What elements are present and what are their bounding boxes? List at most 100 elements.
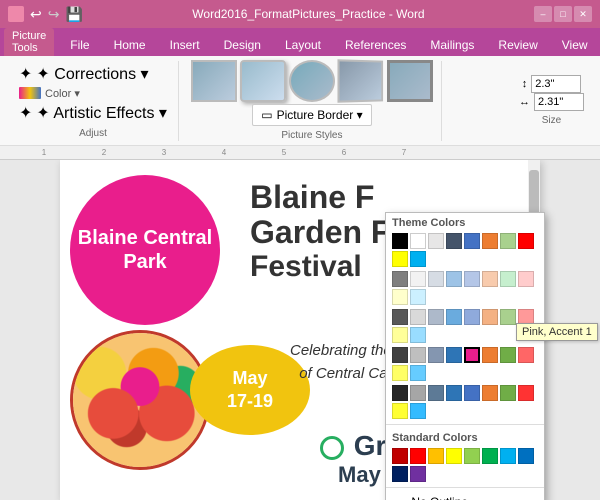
swatch-t4-2[interactable]: [410, 347, 426, 363]
minimize-btn[interactable]: –: [534, 6, 552, 22]
swatch-light-blue[interactable]: [410, 251, 426, 267]
swatch-t2-5[interactable]: [464, 271, 480, 287]
pink-circle: Blaine Central Park: [70, 175, 220, 325]
swatch-t4-7[interactable]: [500, 347, 516, 363]
style-thumb-3[interactable]: [289, 60, 335, 102]
swatch-light-gray[interactable]: [428, 233, 444, 249]
swatch-t3-5[interactable]: [464, 309, 480, 325]
pink-circle-text: Blaine Central Park: [70, 226, 220, 274]
swatch-std-dark-blue[interactable]: [392, 466, 408, 482]
swatch-t5-2[interactable]: [410, 385, 426, 401]
swatch-t3-3[interactable]: [428, 309, 444, 325]
swatch-blue[interactable]: [464, 233, 480, 249]
style-thumb-4[interactable]: [337, 59, 383, 102]
swatch-std-purple[interactable]: [410, 466, 426, 482]
ruler-mark-4: 4: [194, 148, 254, 157]
swatch-t2-7[interactable]: [500, 271, 516, 287]
maximize-btn[interactable]: □: [554, 6, 572, 22]
swatch-t5-8[interactable]: [518, 385, 534, 401]
swatch-yellow[interactable]: [392, 251, 408, 267]
title-line3: Festival: [250, 250, 390, 283]
artistic-icon: ✦: [19, 103, 32, 123]
swatch-t3-6[interactable]: [482, 309, 498, 325]
style-thumb-2[interactable]: [240, 60, 286, 102]
width-field[interactable]: [534, 93, 584, 111]
swatch-t4-3[interactable]: [428, 347, 444, 363]
swatch-std-yellow[interactable]: [446, 448, 462, 464]
corrections-btn[interactable]: ✦ ✦ Corrections ▾: [16, 63, 170, 85]
swatch-t5-6[interactable]: [482, 385, 498, 401]
picture-border-btn[interactable]: ▭ Picture Border ▾: [252, 104, 371, 126]
undo-btn[interactable]: ↩: [30, 6, 42, 23]
swatch-red[interactable]: [518, 233, 534, 249]
swatch-t4-1[interactable]: [392, 347, 408, 363]
pic-styles-label: Picture Styles: [281, 130, 342, 141]
swatch-t2-10[interactable]: [410, 289, 426, 305]
swatch-dark-blue[interactable]: [446, 233, 462, 249]
tab-mailings[interactable]: Mailings: [418, 34, 486, 56]
color-btn[interactable]: Color ▾: [16, 86, 170, 101]
swatch-t5-4[interactable]: [446, 385, 462, 401]
swatch-t4-6[interactable]: [482, 347, 498, 363]
adjust-label: Adjust: [79, 128, 107, 139]
tab-review[interactable]: Review: [486, 34, 549, 56]
swatch-t4-10[interactable]: [410, 365, 426, 381]
swatch-t5-3[interactable]: [428, 385, 444, 401]
swatch-t4-9[interactable]: [392, 365, 408, 381]
swatch-std-orange[interactable]: [428, 448, 444, 464]
swatch-t5-9[interactable]: [392, 403, 408, 419]
tab-home[interactable]: Home: [102, 34, 158, 56]
document-area: Blaine Central Park Blaine F Garden F Fe…: [0, 160, 600, 500]
swatch-std-green[interactable]: [482, 448, 498, 464]
picture-styles-group: ▭ Picture Border ▾ Picture Styles: [183, 61, 442, 141]
height-field[interactable]: [531, 75, 581, 93]
close-btn[interactable]: ✕: [574, 6, 592, 22]
tab-file[interactable]: File: [58, 34, 101, 56]
swatch-t3-2[interactable]: [410, 309, 426, 325]
save-btn[interactable]: 💾: [65, 6, 82, 23]
swatch-t2-9[interactable]: [392, 289, 408, 305]
swatch-t2-4[interactable]: [446, 271, 462, 287]
swatch-pink-accent[interactable]: [464, 347, 480, 363]
swatch-std-red[interactable]: [410, 448, 426, 464]
swatch-t2-6[interactable]: [482, 271, 498, 287]
tab-design[interactable]: Design: [212, 34, 273, 56]
swatch-t5-1[interactable]: [392, 385, 408, 401]
swatch-std-light-green[interactable]: [464, 448, 480, 464]
swatch-t3-4[interactable]: [446, 309, 462, 325]
swatch-t5-10[interactable]: [410, 403, 426, 419]
swatch-t2-8[interactable]: [518, 271, 534, 287]
swatch-std-cyan[interactable]: [500, 448, 516, 464]
swatch-green[interactable]: [500, 233, 516, 249]
swatch-t5-5[interactable]: [464, 385, 480, 401]
swatch-black[interactable]: [392, 233, 408, 249]
no-outline-item[interactable]: ▭ No Outline: [386, 491, 544, 500]
swatch-t2-2[interactable]: [410, 271, 426, 287]
tab-insert[interactable]: Insert: [158, 34, 212, 56]
standard-swatches: [386, 446, 544, 484]
artistic-effects-btn[interactable]: ✦ ✦ Artistic Effects ▾: [16, 102, 170, 124]
adjust-buttons: ✦ ✦ Corrections ▾ Color ▾ ✦ ✦ Artistic E…: [16, 63, 170, 124]
swatch-t3-1[interactable]: [392, 309, 408, 325]
swatch-t4-8[interactable]: [518, 347, 534, 363]
corrections-icon: ✦: [19, 64, 32, 84]
swatch-t2-3[interactable]: [428, 271, 444, 287]
style-thumb-5[interactable]: [387, 60, 433, 102]
swatch-t5-7[interactable]: [500, 385, 516, 401]
app-title: Word2016_FormatPictures_Practice - Word: [83, 7, 534, 21]
tab-view[interactable]: View: [550, 34, 600, 56]
swatch-t3-7[interactable]: [500, 309, 516, 325]
tab-references[interactable]: References: [333, 34, 418, 56]
swatch-t4-4[interactable]: [446, 347, 462, 363]
swatch-orange[interactable]: [482, 233, 498, 249]
divider-2: [386, 487, 544, 488]
swatch-t3-10[interactable]: [410, 327, 426, 343]
swatch-dark-red[interactable]: [392, 448, 408, 464]
tab-layout[interactable]: Layout: [273, 34, 333, 56]
style-thumb-1[interactable]: [191, 60, 237, 102]
swatch-white[interactable]: [410, 233, 426, 249]
swatch-std-blue[interactable]: [518, 448, 534, 464]
redo-btn[interactable]: ↪: [48, 6, 60, 23]
swatch-t2-1[interactable]: [392, 271, 408, 287]
swatch-t3-9[interactable]: [392, 327, 408, 343]
